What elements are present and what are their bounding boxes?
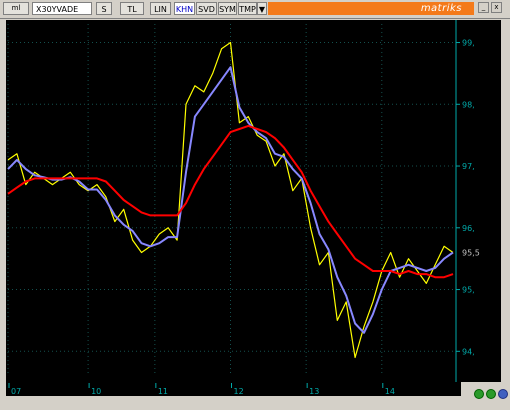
x-tick-label: 10 [91,387,101,396]
x-tick-label: 14 [385,387,395,396]
brand-logo: matriks [420,3,462,14]
symbol-field[interactable]: X30YVADE [32,2,92,15]
last-value-label: 95,5 [462,248,480,257]
y-tick-label: 98, [462,100,475,109]
button-tl[interactable]: TL [120,2,144,15]
y-tick-label: 97, [462,162,475,171]
close-button[interactable]: x [491,2,502,13]
button-lin[interactable]: LIN [150,2,171,15]
toolbar: ml X30YVADE S TL LIN KHN SVD SYM TMP ▼ m… [0,0,510,19]
button-tmp[interactable]: TMP [238,2,257,15]
y-tick-label: 95, [462,286,475,295]
x-tick-label: 12 [234,387,244,396]
button-sym[interactable]: SYM [218,2,237,15]
dropdown-arrow-icon[interactable]: ▼ [257,2,267,15]
x-axis: 07 10 11 12 13 14 [8,383,395,396]
y-tick-label: 94, [462,347,475,356]
button-s[interactable]: S [96,2,112,15]
zoom-icon[interactable] [486,389,496,399]
button-svd[interactable]: SVD [196,2,217,15]
minimize-button[interactable]: _ [478,2,489,13]
app-logo-icon[interactable]: ml [3,2,29,15]
x-tick-label: 11 [158,387,168,396]
chart-window: ml X30YVADE S TL LIN KHN SVD SYM TMP ▼ m… [0,0,510,410]
price-chart[interactable]: 94, 95, 96, 97, 98, 99, 95,5 [6,20,501,382]
brand-bar: matriks [268,2,474,15]
y-tick-label: 96, [462,224,475,233]
x-axis-strip: 07 10 11 12 13 14 [6,382,461,396]
x-tick-label: 13 [309,387,319,396]
y-tick-label: 99, [462,39,475,48]
button-khn[interactable]: KHN [174,2,195,15]
chart-plot-area[interactable]: 94, 95, 96, 97, 98, 99, 95,5 [6,20,501,382]
x-tick-label: 07 [11,387,21,396]
settings-icon[interactable] [498,389,508,399]
status-bar [0,398,510,410]
refresh-icon[interactable] [474,389,484,399]
